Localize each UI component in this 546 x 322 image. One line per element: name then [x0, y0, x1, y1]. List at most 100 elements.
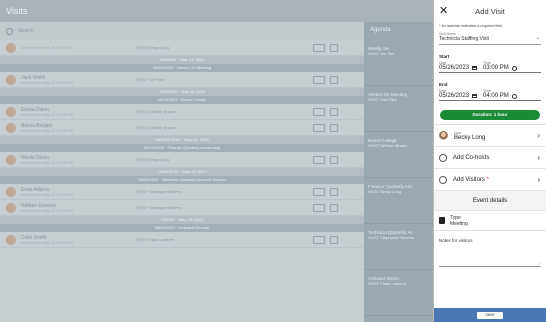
- badge-icon: [313, 235, 325, 244]
- visit-schedule: Scheduled for May 25 at 1:00 PM: [21, 192, 73, 197]
- date-separator: WEDNESDAY · May 24, 2023: [0, 136, 364, 144]
- avatar: [6, 154, 16, 165]
- date-separator: TUESDAY · May 23, 2023: [0, 88, 364, 96]
- visits-header: Visits: [0, 0, 433, 22]
- resize-handle-icon[interactable]: ⟋: [538, 261, 541, 266]
- checkin-icon: [330, 107, 338, 116]
- checkin-icon: [330, 155, 338, 164]
- duration-badge: Duration: 1 hour: [440, 110, 540, 120]
- host-text: HOST Becky Long: [136, 157, 170, 162]
- agenda-item-host: HOST Frank Lambert: [368, 281, 407, 286]
- clock-icon[interactable]: [511, 65, 517, 71]
- table-row: Colin Smith Scheduled for May 26 at 4:00 …: [0, 232, 364, 248]
- agenda-item-host: HOST Stephanie Stevens: [368, 235, 414, 240]
- add-visit-panel: ✕ Add Visit * An asterisk indicates a re…: [433, 0, 546, 322]
- visitor-name: Becca Borgen Scheduled for May 23 at 2:30…: [21, 123, 131, 133]
- add-visitors-text: Add Visitors: [453, 176, 485, 183]
- badge-icon: [313, 43, 325, 52]
- avatar: [6, 186, 16, 197]
- agenda-item-host: HOST Jim Tan: [368, 51, 394, 56]
- agenda-item: Technicia Quarterly Ac HOST Stephanie Ste…: [364, 224, 433, 270]
- visits-list: Scheduled for May 26 at 3:00 PM HOST Beck…: [0, 40, 364, 322]
- avatar: [6, 234, 16, 245]
- visitor-name: Scheduled for May 26 at 3:00 PM: [21, 46, 131, 50]
- visit-schedule: Scheduled for May 23 at 2:30 PM: [21, 112, 73, 117]
- visitor-name: Evan Adams Scheduled for May 25 at 1:00 P…: [21, 187, 131, 197]
- host-text: HOST Stephanie Stevens: [136, 189, 182, 194]
- visitor-name: Eloisa Dixon Scheduled for May 23 at 2:30…: [21, 107, 131, 117]
- badge-icon: [313, 123, 325, 132]
- more-icon: ⋮: [347, 156, 352, 163]
- date-separator: 05/25/2023 · Technicia Quarterly Account…: [0, 176, 364, 184]
- agenda-item: Brand College HOST DeShon Brown: [364, 132, 433, 178]
- avatar: [6, 106, 16, 117]
- end-date-field[interactable]: Date 05/26/2023: [439, 89, 478, 99]
- calendar-icon[interactable]: [472, 94, 478, 98]
- host-text: HOST DeShon Brown: [136, 109, 176, 114]
- start-time-field[interactable]: Time 03:00 PM: [483, 61, 517, 71]
- type-select[interactable]: Type Meeting: [434, 211, 546, 231]
- badge-icon: [313, 107, 325, 116]
- agenda-title: Agenda: [370, 27, 391, 33]
- save-bar: SAVE: [434, 308, 546, 322]
- visits-title: Visits: [6, 6, 28, 16]
- avatar: [439, 131, 448, 140]
- avatar: [6, 74, 16, 85]
- badge-icon: [313, 155, 325, 164]
- clipboard-icon: [439, 217, 445, 224]
- host-row[interactable]: Host Becky Long ›: [434, 125, 546, 147]
- notes-label: Notes for visitors: [439, 238, 473, 243]
- search-icon: [6, 27, 13, 35]
- visits-background: Visits Search Scheduled for May 26 at 3:…: [0, 0, 433, 322]
- table-row: Eloisa Dixon Scheduled for May 23 at 2:30…: [0, 104, 364, 120]
- checkin-icon: [330, 75, 338, 84]
- agenda-item: Onboard Remo HOST Frank Lambert: [364, 270, 433, 316]
- more-icon: ⋮: [347, 236, 352, 243]
- panel-header: ✕ Add Visit: [434, 0, 546, 22]
- avatar: [6, 122, 16, 133]
- save-button[interactable]: SAVE: [477, 311, 503, 319]
- start-date-field[interactable]: Date 05/26/2023: [439, 61, 478, 71]
- visitor-name: Colin Smith Scheduled for May 26 at 4:00 …: [21, 235, 131, 245]
- end-time-field[interactable]: Time 04:00 PM: [483, 89, 517, 99]
- visit-schedule: Scheduled for May 23 at 2:30 PM: [21, 128, 73, 133]
- avatar: [6, 202, 16, 213]
- clock-icon[interactable]: [511, 93, 517, 99]
- agenda-item: Finance Quarterly Acc HOST Becky Long: [364, 178, 433, 224]
- host-text: HOST Sue Park: [136, 77, 165, 82]
- search-placeholder: Search: [18, 28, 34, 34]
- more-icon: ⋮: [347, 108, 352, 115]
- end-section-label: End: [439, 82, 448, 87]
- more-icon: ⋮: [347, 204, 352, 211]
- visit-name-field[interactable]: Visit Name Technicia Staffing Visit ⌄: [439, 32, 541, 45]
- host-text: HOST Stephanie Stevens: [136, 205, 182, 210]
- start-section-label: Start: [439, 54, 450, 59]
- visitor-name: Nicole Dixon Scheduled for May 24 at 2:30…: [21, 155, 131, 165]
- agenda-item-host: HOST Becky Long: [368, 189, 402, 194]
- start-datetime: Date 05/26/2023 Time 03:00 PM: [434, 61, 546, 71]
- visit-schedule: Scheduled for May 25 at 1:00 PM: [21, 208, 73, 213]
- add-visitors-label: Add Visitors *: [453, 177, 489, 183]
- date-separator: 05/23/2023 · Brand College: [0, 96, 364, 104]
- host-value: Becky Long: [454, 134, 486, 141]
- visit-schedule: Scheduled for May 26 at 3:00 PM: [21, 45, 73, 50]
- add-cohosts-row[interactable]: Add Co-hosts ›: [434, 147, 546, 169]
- add-visitors-row[interactable]: Add Visitors * ›: [434, 169, 546, 191]
- date-separator: THURSDAY · May 25, 2023: [0, 168, 364, 176]
- visit-schedule: Scheduled for May 26 at 4:00 PM: [21, 240, 73, 245]
- badge-icon: [313, 187, 325, 196]
- end-datetime: Date 05/26/2023 Time 04:00 PM: [434, 89, 546, 99]
- table-row: Scheduled for May 26 at 3:00 PM HOST Beck…: [0, 40, 364, 56]
- checkin-icon: [330, 187, 338, 196]
- table-row: Jack Smith Scheduled for May 22 at 3:00 P…: [0, 72, 364, 88]
- close-icon[interactable]: ✕: [439, 4, 448, 17]
- required-note: * An asterisk indicates a required field: [434, 22, 546, 30]
- agenda-item-host: HOST DeShon Brown: [368, 143, 408, 148]
- end-time-value: 04:00 PM: [483, 93, 509, 99]
- notes-textarea[interactable]: ⟋: [439, 243, 541, 267]
- checkin-icon: [330, 235, 338, 244]
- panel-title: Add Visit: [475, 6, 505, 16]
- calendar-icon[interactable]: [472, 66, 478, 70]
- agenda-item-host: HOST Sue Park: [368, 97, 397, 102]
- date-separator: 05/24/2023 · Finance Quarterly Accountin…: [0, 144, 364, 152]
